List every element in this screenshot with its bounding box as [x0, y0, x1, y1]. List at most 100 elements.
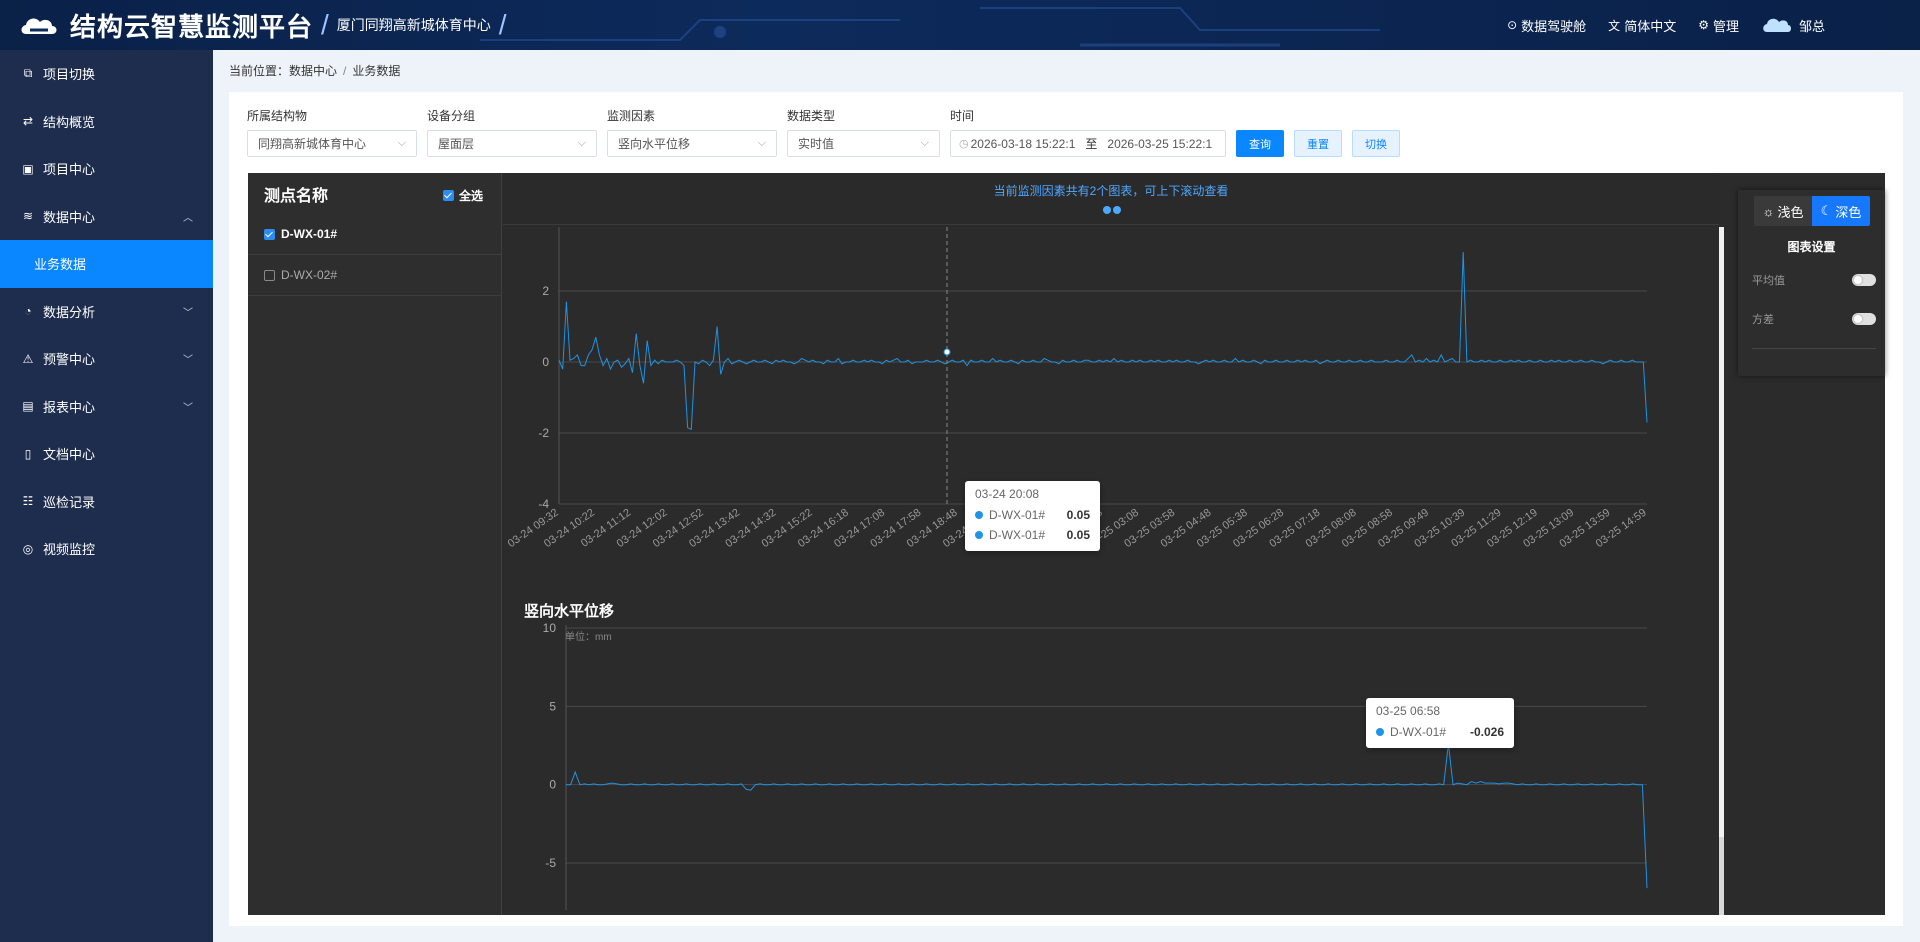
- group-label: 设备分组: [427, 109, 476, 123]
- chart2-title: 竖向水平位移: [524, 603, 615, 620]
- chevron-down-icon: ⌵: [757, 137, 766, 149]
- dashboard-label: 数据驾驶舱: [1521, 18, 1587, 34]
- sidebar-item-structure-overview[interactable]: ⇄ 结构概览: [0, 98, 213, 146]
- end-date[interactable]: 2026-03-25 15:22:1: [1107, 137, 1212, 151]
- datatype-select[interactable]: 实时值 ⌵: [787, 130, 940, 157]
- scrollbar-thumb[interactable]: [1719, 227, 1724, 837]
- language-switch[interactable]: 文简体中文: [1608, 16, 1676, 35]
- date-range-picker[interactable]: ◷ 2026-03-18 15:22:1 至 2026-03-25 15:22:…: [950, 130, 1226, 157]
- settings-title: 图表设置: [1787, 240, 1836, 254]
- mean-toggle[interactable]: [1852, 274, 1876, 286]
- factor-filter: 监测因素 竖向水平位移 ⌵: [607, 107, 777, 157]
- breadcrumb-prefix: 当前位置：: [229, 64, 290, 78]
- chevron-down-icon: ﹀: [183, 355, 193, 367]
- sidebar-item-label: 数据中心: [43, 209, 96, 225]
- sidebar-item-business-data[interactable]: 业务数据: [0, 240, 213, 288]
- sidebar-item-data-analysis[interactable]: ◔ 数据分析 ﹀: [0, 288, 213, 336]
- clock-icon: ◷: [959, 138, 969, 150]
- select-all-checkbox[interactable]: 全选: [442, 187, 483, 204]
- factor-select[interactable]: 竖向水平位移 ⌵: [607, 130, 777, 157]
- cloud-logo-icon: [21, 18, 57, 34]
- datatype-filter: 数据类型 实时值 ⌵: [787, 107, 940, 157]
- document-icon: ▯: [24, 446, 32, 461]
- chevron-down-icon: ⌵: [920, 137, 929, 149]
- group-filter: 设备分组 屋面层 ⌵: [427, 107, 597, 157]
- chart1-y-tick: -4: [538, 497, 549, 511]
- settings-icon: ⚙: [1698, 18, 1709, 32]
- chart1-tooltip: 03-24 20:08 D-WX-01# 0.05 D-WX-01# 0.05: [965, 481, 1100, 551]
- pager-dot[interactable]: [1103, 206, 1111, 214]
- datatype-value: 实时值: [798, 137, 835, 151]
- tooltip-time: 03-24 20:08: [975, 487, 1040, 501]
- sidebar-item-label: 项目中心: [43, 162, 96, 178]
- variance-toggle[interactable]: [1852, 313, 1876, 325]
- structure-select[interactable]: 同翔高新城体育中心 ⌵: [247, 130, 417, 157]
- setting-label: 平均值: [1752, 275, 1785, 287]
- checkbox-checked-icon: [442, 190, 454, 201]
- factor-value: 竖向水平位移: [618, 137, 691, 151]
- dark-theme-label: 深色: [1835, 204, 1862, 220]
- sidebar-item-inspection[interactable]: ☷ 巡检记录: [0, 478, 213, 526]
- structure-icon: ⇄: [22, 114, 34, 129]
- light-theme-button[interactable]: ☼ 浅色: [1754, 196, 1812, 226]
- user-menu[interactable]: 邹总: [1761, 14, 1825, 36]
- point-list: 测点名称 全选 D-WX-01# D-WX-02#: [248, 173, 502, 915]
- query-button[interactable]: 查询: [1236, 130, 1284, 157]
- datatype-label: 数据类型: [787, 109, 836, 123]
- structure-filter: 所属结构物 同翔高新城体育中心 ⌵: [247, 107, 417, 157]
- point-item[interactable]: D-WX-02#: [248, 255, 501, 296]
- switch-project-icon: ⧉: [23, 66, 33, 81]
- structure-value: 同翔高新城体育中心: [258, 137, 367, 151]
- user-name: 邹总: [1798, 18, 1825, 34]
- point-item[interactable]: D-WX-01#: [248, 214, 501, 255]
- sidebar-item-label: 报表中心: [43, 399, 96, 415]
- chart-header: 当前监测因素共有2个图表，可上下滚动查看: [503, 173, 1719, 225]
- divider: [1752, 348, 1876, 349]
- chevron-down-icon: ⌵: [397, 137, 406, 149]
- point-list-title: 测点名称: [264, 187, 329, 205]
- translate-icon: 文: [1608, 18, 1621, 33]
- breadcrumb-separator: /: [343, 64, 347, 78]
- tooltip-series-name: D-WX-01#: [989, 528, 1046, 542]
- sidebar-item-report-center[interactable]: ▤ 报表中心 ﹀: [0, 383, 213, 431]
- filter-bar: 所属结构物 同翔高新城体育中心 ⌵ 设备分组 屋面层 ⌵ 监测因素 竖向水平位移 ⌵ …: [247, 107, 1410, 157]
- breadcrumb-parent[interactable]: 数据中心: [289, 64, 337, 78]
- tooltip-value: 0.05: [1066, 528, 1090, 542]
- pager-dot[interactable]: [1113, 206, 1121, 214]
- chart2-y-tick: 5: [549, 699, 556, 713]
- sidebar-item-alarm-center[interactable]: ⚠ 预警中心 ﹀: [0, 335, 213, 383]
- sun-icon: ☼: [1762, 203, 1775, 219]
- checkbox-unchecked-icon[interactable]: [264, 269, 275, 281]
- breadcrumb-current: 业务数据: [352, 64, 401, 78]
- tooltip-value: -0.026: [1469, 725, 1504, 739]
- tooltip-time: 03-25 06:58: [1376, 704, 1441, 718]
- logo[interactable]: 结构云智慧监测平台: [18, 7, 313, 44]
- sidebar-item-project-switch[interactable]: ⧉ 项目切换: [0, 50, 213, 98]
- checkbox-checked-icon[interactable]: [264, 228, 275, 240]
- chart-count-tip: 当前监测因素共有2个图表，可上下滚动查看: [993, 184, 1229, 198]
- admin-link[interactable]: ⚙ 管理: [1698, 16, 1739, 35]
- series-dot-icon: [975, 531, 983, 539]
- tooltip-series-name: D-WX-01#: [1390, 725, 1447, 739]
- start-date[interactable]: 2026-03-18 15:22:1: [971, 137, 1076, 151]
- tooltip-series-name: D-WX-01#: [989, 508, 1046, 522]
- sidebar-item-label: 文档中心: [43, 447, 96, 463]
- report-icon: ▤: [22, 399, 34, 414]
- chart2-y-tick: 10: [543, 621, 557, 635]
- sidebar-item-document-center[interactable]: ▯ 文档中心: [0, 430, 213, 478]
- setting-row-mean: 平均值: [1752, 272, 1876, 288]
- inspection-icon: ☷: [22, 494, 34, 509]
- dashboard-link[interactable]: ⊙ 数据驾驶舱: [1507, 16, 1586, 35]
- dark-theme-button[interactable]: ☾ 深色: [1812, 196, 1870, 226]
- alarm-icon: ⚠: [22, 351, 34, 366]
- database-icon: ≋: [22, 209, 34, 224]
- sidebar-item-video[interactable]: ◎ 视频监控: [0, 525, 213, 573]
- sidebar-item-data-center[interactable]: ≋ 数据中心 ︿: [0, 193, 213, 241]
- chart1-y-tick: -2: [538, 426, 549, 440]
- reset-button[interactable]: 重置: [1294, 130, 1342, 157]
- sidebar-item-label: 业务数据: [34, 257, 87, 273]
- sidebar-item-project-center[interactable]: ▣ 项目中心: [0, 145, 213, 193]
- switch-button[interactable]: 切换: [1352, 130, 1400, 157]
- group-select[interactable]: 屋面层 ⌵: [427, 130, 597, 157]
- project-name[interactable]: 厦门同翔高新城体育中心: [337, 15, 491, 35]
